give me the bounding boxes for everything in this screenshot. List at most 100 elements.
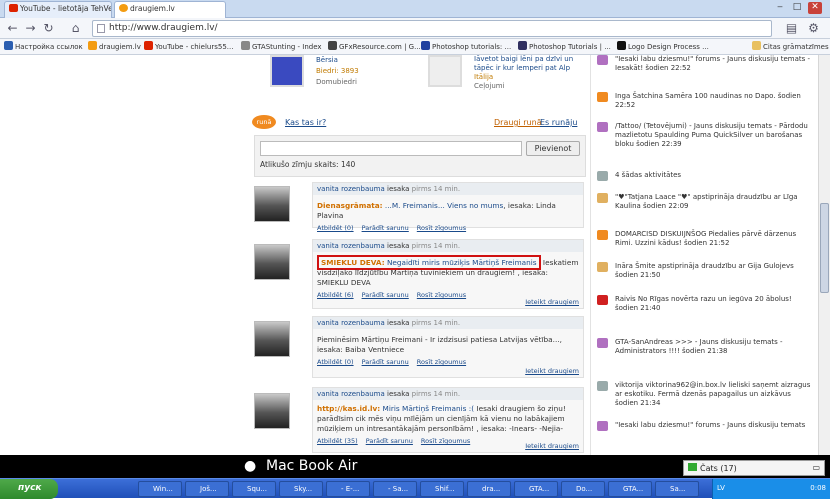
recommend-link[interactable]: Ieteikt draugiem: [525, 367, 579, 375]
taskbar-item[interactable]: Squ...: [232, 481, 276, 497]
taskbar-item[interactable]: Još...: [185, 481, 229, 497]
show-thread-link[interactable]: Parādīt sarunu: [362, 291, 409, 299]
group-link[interactable]: Bērsia: [316, 55, 359, 66]
author-link[interactable]: vanita rozenbauma: [317, 390, 385, 398]
author-link[interactable]: vanita rozenbauma: [317, 185, 385, 193]
address-bar[interactable]: http://www.draugiem.lv/: [92, 20, 772, 37]
recommend-link[interactable]: Ieteikt draugiem: [525, 298, 579, 306]
post-actions: Atbildēt (0) Parādīt sarunu Rosīt zīgoumus: [313, 224, 583, 234]
avatar[interactable]: [254, 393, 290, 429]
chat-widget[interactable]: Čats (17) ▭: [683, 460, 825, 476]
avatar[interactable]: [254, 244, 290, 280]
bookmark-item[interactable]: YouTube - chielurs55...: [144, 41, 233, 51]
home-icon[interactable]: ⌂: [68, 21, 83, 36]
close-icon[interactable]: ✕: [808, 2, 822, 14]
page-menu-icon[interactable]: ▤: [784, 21, 799, 36]
reply-link[interactable]: Atbildēt (6): [317, 291, 354, 299]
activity-text[interactable]: Inga Šatchina Samēra 100 naudinas no Dap…: [615, 92, 813, 110]
taskbar-item[interactable]: - Sa...: [373, 481, 417, 497]
url-text: http://www.draugiem.lv/: [109, 23, 218, 33]
post-link[interactable]: Negaidīti miris mūziķis Mārtiņš Freimani…: [387, 258, 537, 267]
language-indicator[interactable]: LV: [717, 484, 725, 492]
reply-link[interactable]: Atbildēt (0): [317, 358, 354, 366]
add-button[interactable]: Pievienot: [526, 141, 580, 156]
bookmark-item[interactable]: Photoshop Tutorials | ...: [518, 41, 611, 51]
page-scrollbar[interactable]: [818, 55, 830, 455]
taskbar-item[interactable]: Sa...: [655, 481, 699, 497]
post-time: pirms 14 min.: [411, 185, 461, 193]
runa-badge: runā: [252, 115, 276, 129]
feed-post: vanita rozenbauma iesaka pirms 14 min. h…: [312, 387, 584, 453]
tab-bar: YouTube - lietotāja TehVen... draugiem.l…: [0, 0, 830, 18]
forward-icon[interactable]: →: [23, 21, 38, 36]
activity-text[interactable]: DOMARCISD DISKUIJNŠOG Piedalies pārvē dā…: [615, 230, 813, 248]
avatar[interactable]: [254, 186, 290, 222]
show-likes-link[interactable]: Rosīt zīgoumus: [421, 437, 470, 445]
bookmark-item[interactable]: Logo Design Process ...: [617, 41, 709, 51]
author-link[interactable]: vanita rozenbauma: [317, 242, 385, 250]
post-link[interactable]: Miris Mārtiņš Freimanis :(: [383, 404, 475, 413]
show-thread-link[interactable]: Parādīt sarunu: [362, 358, 409, 366]
taskbar-item[interactable]: GTA...: [514, 481, 558, 497]
bookmark-icon: [4, 41, 13, 50]
minimize-icon[interactable]: ‒: [773, 2, 787, 14]
taskbar-item[interactable]: - E-...: [326, 481, 370, 497]
runa-input[interactable]: [260, 141, 522, 156]
recommend-link[interactable]: Ieteikt draugiem: [525, 442, 579, 450]
group-info: Bērsia Biedri: 3893 Domubiedri: [316, 55, 359, 88]
show-thread-link[interactable]: Parādīt sarunu: [366, 437, 413, 445]
group-link[interactable]: Iāvetot baigi lēni pa dzīvi un tāpēc ir …: [474, 55, 584, 73]
taskbar-item[interactable]: Sky...: [279, 481, 323, 497]
back-icon[interactable]: ←: [5, 21, 20, 36]
start-button[interactable]: пуск: [0, 479, 58, 499]
what-is-this-link[interactable]: Kas tas ir?: [285, 118, 326, 127]
bookmark-label: Logo Design Process ...: [628, 43, 709, 51]
post-header: vanita rozenbauma iesaka pirms 14 min.: [313, 317, 583, 329]
activity-text[interactable]: GTA-SanAndreas >>> - Jauns diskusiju tem…: [615, 338, 813, 356]
activity-item: GTA-SanAndreas >>> - Jauns diskusiju tem…: [597, 338, 813, 356]
show-likes-link[interactable]: Rosīt zīgoumus: [417, 358, 466, 366]
show-likes-link[interactable]: Rosīt zīgoumus: [417, 291, 466, 299]
taskbar-item[interactable]: Do...: [561, 481, 605, 497]
activity-text[interactable]: /Tattoo/ (Tetovējumi) - Jauns diskusiju …: [615, 122, 813, 149]
activity-text[interactable]: viktorija viktorina962@in.box.lv lielisk…: [615, 381, 813, 408]
activity-text[interactable]: "Iesaki labu dziesmu!" forums - Jauns di…: [615, 421, 813, 430]
friends-talk-link[interactable]: Draugi runā: [494, 118, 542, 127]
bookmark-item[interactable]: draugiem.lv: [88, 41, 141, 51]
activity-text[interactable]: Raivis No Rīgas novērta razu un iegūva 2…: [615, 295, 813, 313]
bookmark-item[interactable]: GFxResource.com | G...: [328, 41, 421, 51]
avatar[interactable]: [254, 321, 290, 357]
activity-text[interactable]: 4 šādas aktivitātes: [615, 171, 813, 180]
bookmark-item[interactable]: Photoshop tutorials: ...: [421, 41, 511, 51]
bookmark-label: draugiem.lv: [99, 43, 141, 51]
chat-label: Čats (17): [700, 464, 737, 473]
reply-link[interactable]: Atbildēt (0): [317, 224, 354, 232]
taskbar-item[interactable]: Shif...: [420, 481, 464, 497]
group-thumb[interactable]: [428, 55, 462, 87]
folder-icon: [752, 41, 761, 50]
scrollbar-thumb[interactable]: [820, 203, 829, 293]
taskbar-item[interactable]: GTA...: [608, 481, 652, 497]
bookmark-item[interactable]: Настройка ссылок: [4, 41, 83, 51]
youtube-icon: [9, 4, 18, 12]
activity-text[interactable]: Ināra Šmite apstiprināja draudzību ar Gi…: [615, 262, 813, 280]
taskbar-item[interactable]: Win...: [138, 481, 182, 497]
bookmark-item[interactable]: GTAStunting - Index: [241, 41, 322, 51]
tab-youtube[interactable]: YouTube - lietotāja TehVen...: [4, 1, 112, 18]
i-talk-link[interactable]: Es runāju: [540, 118, 577, 127]
show-thread-link[interactable]: Parādīt sarunu: [362, 224, 409, 232]
bookmark-item[interactable]: Citas grāmatzīmes: [752, 41, 829, 51]
group-thumb[interactable]: [270, 55, 304, 87]
tab-draugiem[interactable]: draugiem.lv: [114, 1, 226, 18]
author-link[interactable]: vanita rozenbauma: [317, 319, 385, 327]
taskbar-item[interactable]: dra...: [467, 481, 511, 497]
chat-expand-icon[interactable]: ▭: [812, 463, 820, 472]
reload-icon[interactable]: ↻: [41, 21, 56, 36]
post-link[interactable]: ...M. Freimanis... Viens no mums: [385, 201, 503, 210]
activity-text[interactable]: "♥"Tatjana Laace "♥" apstiprināja draudz…: [615, 193, 813, 211]
maximize-icon[interactable]: □: [790, 2, 804, 14]
show-likes-link[interactable]: Rosīt zīgoumus: [417, 224, 466, 232]
wrench-icon[interactable]: ⚙: [806, 21, 821, 36]
reply-link[interactable]: Atbildēt (35): [317, 437, 358, 445]
activity-text[interactable]: "Iesaki labu dziesmu!" forums - Jauns di…: [615, 55, 813, 73]
